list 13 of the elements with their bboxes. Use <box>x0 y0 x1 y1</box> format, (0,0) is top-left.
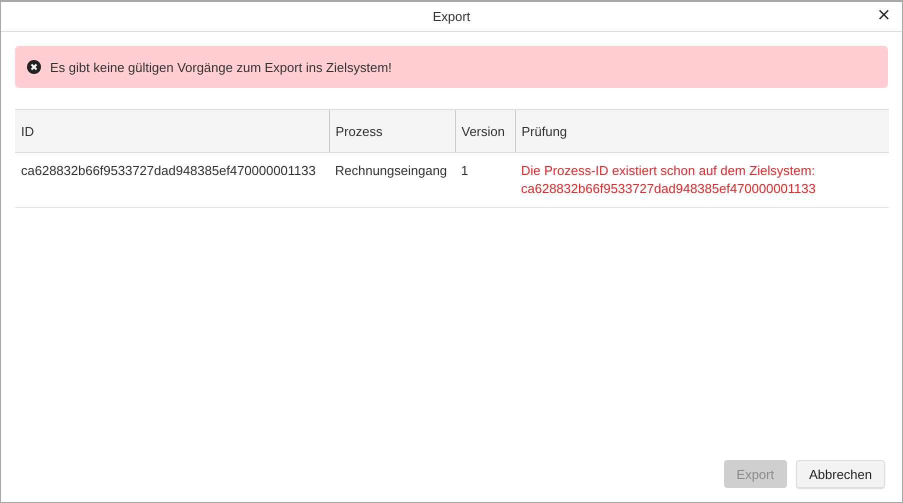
column-header: Version <box>455 110 515 152</box>
window-title: Export <box>432 9 470 24</box>
error-icon <box>27 60 41 74</box>
column-header: Prozess <box>329 110 455 152</box>
check-message: Die Prozess-ID existiert schon auf dem Zielsystem: ca628832b66f9533727dad948385ef470000001133 <box>515 152 889 208</box>
column-header: Prüfung <box>515 110 889 152</box>
table-cell: ca628832b66f9533727dad948385ef470000001133 <box>15 152 329 208</box>
cancel-button[interactable]: Abbrechen <box>796 460 885 488</box>
table-cell: Rechnungseingang <box>329 152 455 208</box>
column-header: ID <box>15 110 329 152</box>
close-button[interactable]: × <box>874 6 894 24</box>
table-cell: 1 <box>455 152 515 208</box>
alert-message: Es gibt keine gültigen Vorgänge zum Export ins Zielsystem! <box>50 60 392 74</box>
